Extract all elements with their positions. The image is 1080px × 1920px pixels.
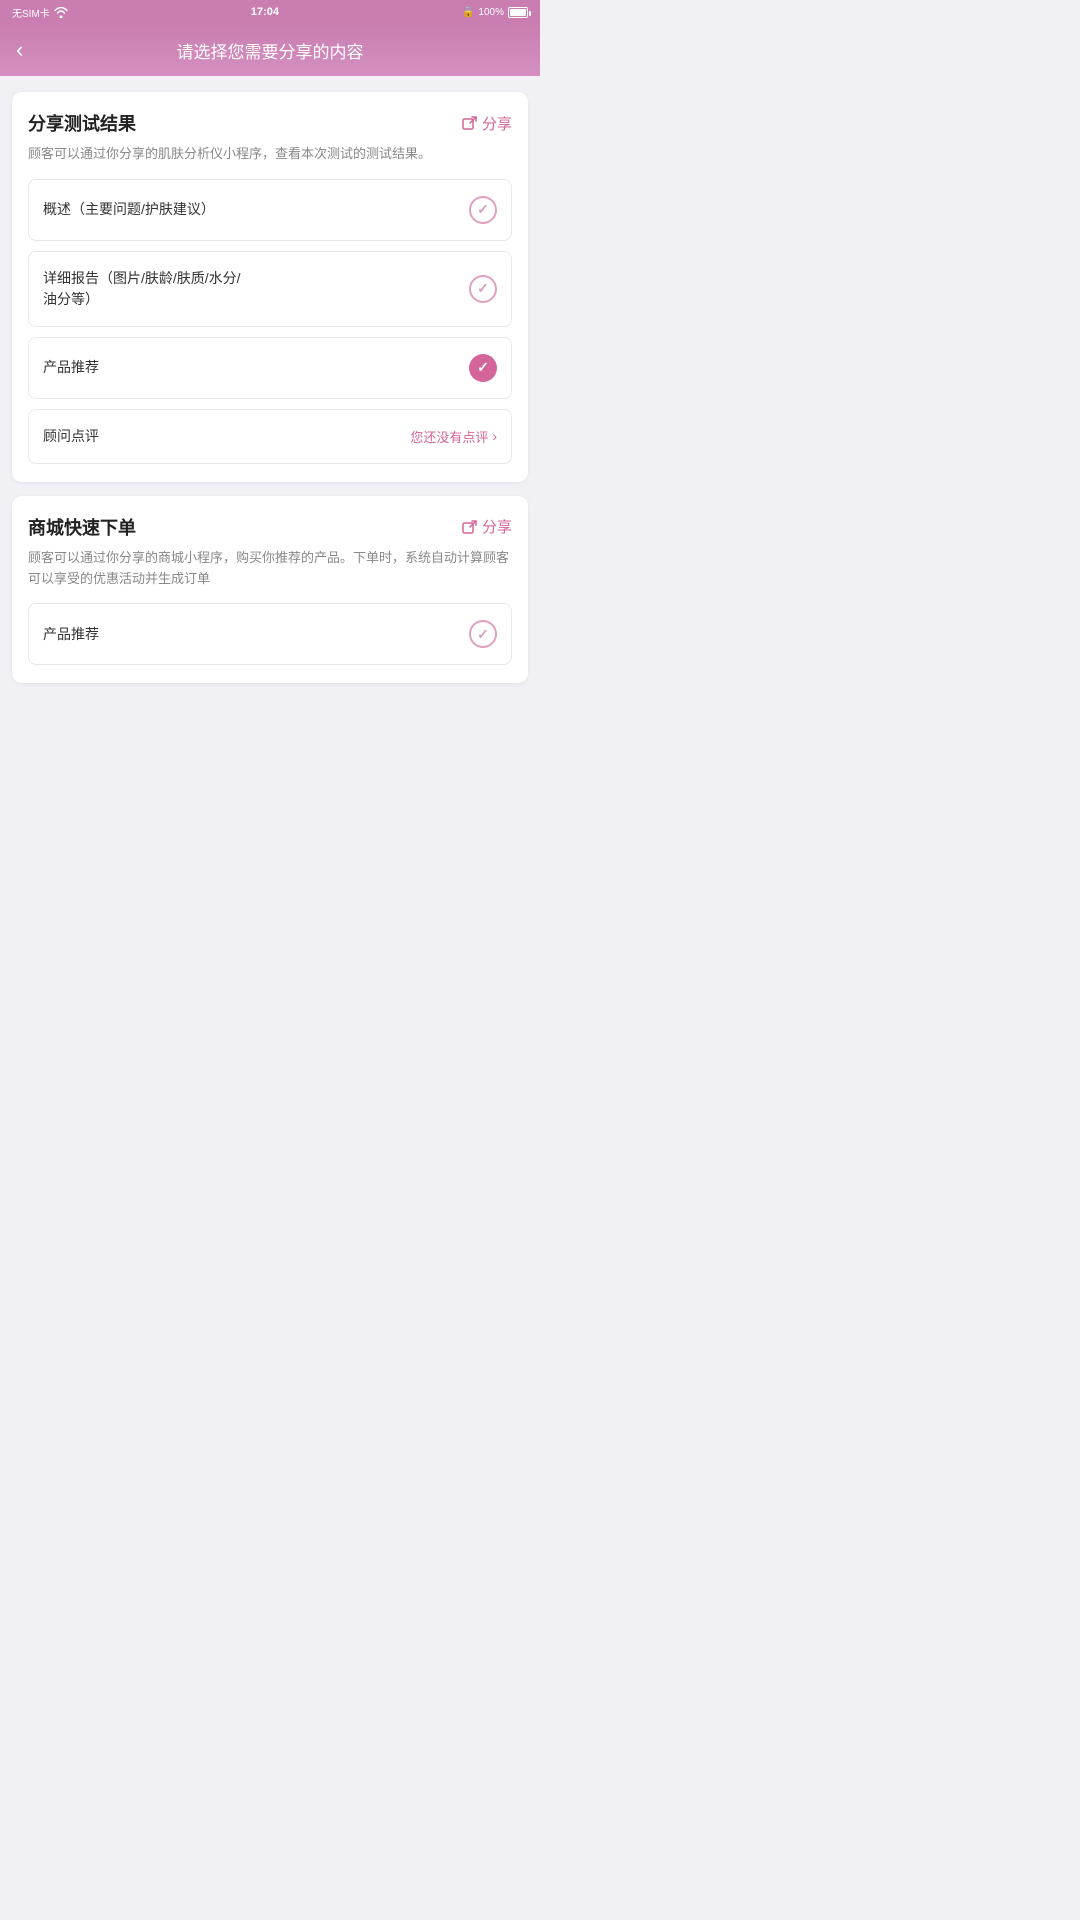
wifi-icon <box>54 7 68 18</box>
share-order-label: 分享 <box>482 516 512 537</box>
option-advisor-label: 顾问点评 <box>43 426 410 447</box>
battery-percent: 100% <box>478 7 504 18</box>
share-box-icon-2 <box>462 519 478 535</box>
advisor-right: 您还没有点评 › <box>410 427 497 446</box>
option-overview[interactable]: 概述（主要问题/护肤建议） ✓ <box>28 179 512 241</box>
option-product-label-1: 产品推荐 <box>43 357 469 378</box>
share-box-icon <box>462 115 478 131</box>
option-product-label-2: 产品推荐 <box>43 624 469 645</box>
battery-icon <box>508 7 528 18</box>
page-title: 请选择您需要分享的内容 <box>0 38 540 63</box>
option-product-rec-2[interactable]: 产品推荐 ✓ <box>28 603 512 665</box>
option-overview-label: 概述（主要问题/护肤建议） <box>43 199 469 220</box>
option-detail-report[interactable]: 详细报告（图片/肤龄/肤质/水分/油分等） ✓ <box>28 251 512 327</box>
status-bar: 无SIM卡 17:04 🔒 100% <box>0 0 540 24</box>
checkbox-product-1-check: ✓ <box>477 359 489 376</box>
checkbox-product-2-check: ✓ <box>477 626 489 643</box>
checkbox-detail[interactable]: ✓ <box>469 275 497 303</box>
checkbox-overview-check: ✓ <box>477 201 489 218</box>
card-desc-2: 顾客可以通过你分享的商城小程序，购买你推荐的产品。下单时，系统自动计算顾客可以享… <box>28 548 512 590</box>
share-test-card: 分享测试结果 分享 顾客可以通过你分享的肌肤分析仪小程序，查看本次测试的测试结果… <box>12 92 528 482</box>
share-test-label: 分享 <box>482 113 512 134</box>
card-title-1: 分享测试结果 <box>28 110 136 136</box>
carrier-label: 无SIM卡 <box>12 5 50 20</box>
checkbox-product-1[interactable]: ✓ <box>469 354 497 382</box>
quick-order-card: 商城快速下单 分享 顾客可以通过你分享的商城小程序，购买你推荐的产品。下单时，系… <box>12 496 528 684</box>
status-time: 17:04 <box>251 6 279 18</box>
option-detail-label: 详细报告（图片/肤龄/肤质/水分/油分等） <box>43 268 469 310</box>
card-header-1: 分享测试结果 分享 <box>28 110 512 136</box>
chevron-right-icon: › <box>492 428 497 444</box>
share-test-button[interactable]: 分享 <box>462 113 512 134</box>
status-right: 🔒 100% <box>462 7 528 18</box>
checkbox-product-2[interactable]: ✓ <box>469 620 497 648</box>
card-title-2: 商城快速下单 <box>28 514 136 540</box>
advisor-no-review: 您还没有点评 <box>410 427 488 446</box>
checkbox-overview[interactable]: ✓ <box>469 196 497 224</box>
status-left: 无SIM卡 <box>12 5 68 20</box>
option-advisor[interactable]: 顾问点评 您还没有点评 › <box>28 409 512 464</box>
card-header-2: 商城快速下单 分享 <box>28 514 512 540</box>
card-desc-1: 顾客可以通过你分享的肌肤分析仪小程序，查看本次测试的测试结果。 <box>28 144 512 165</box>
lock-icon: 🔒 <box>462 7 474 18</box>
main-content: 分享测试结果 分享 顾客可以通过你分享的肌肤分析仪小程序，查看本次测试的测试结果… <box>0 76 540 699</box>
header: ‹ 请选择您需要分享的内容 <box>0 24 540 76</box>
share-order-button[interactable]: 分享 <box>462 516 512 537</box>
checkbox-detail-check: ✓ <box>477 280 489 297</box>
option-product-rec-1[interactable]: 产品推荐 ✓ <box>28 337 512 399</box>
back-button[interactable]: ‹ <box>16 33 31 67</box>
